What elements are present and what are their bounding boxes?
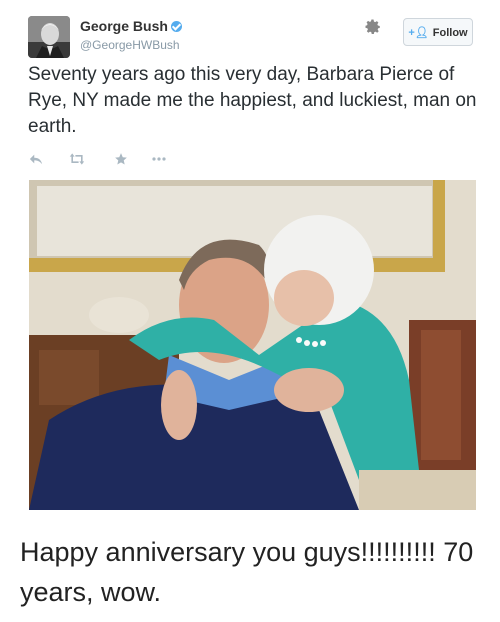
author-name-text[interactable]: George Bush <box>80 18 168 34</box>
add-user-icon: +👤︎ <box>408 27 429 39</box>
avatar[interactable] <box>28 16 70 58</box>
star-icon[interactable] <box>114 152 128 170</box>
verified-badge-icon <box>170 21 182 32</box>
tweet-text: Seventy years ago this very day, Barbara… <box>28 64 477 137</box>
retweet-icon[interactable] <box>69 152 85 170</box>
caption-text: Happy anniversary you guys!!!!!!!!!! 70 … <box>20 537 474 607</box>
author-name[interactable]: George Bush <box>80 18 182 34</box>
follow-button[interactable]: +👤︎ Follow <box>403 18 473 46</box>
author-handle[interactable]: @GeorgeHWBush <box>80 38 180 52</box>
tweet-photo[interactable] <box>29 180 476 510</box>
reply-icon[interactable] <box>29 152 43 170</box>
more-icon[interactable] <box>151 152 167 170</box>
tweet-card: George Bush @GeorgeHWBush +👤︎ Follow Seve… <box>0 0 500 510</box>
gear-icon[interactable] <box>363 18 383 38</box>
follow-label: Follow <box>432 27 468 39</box>
